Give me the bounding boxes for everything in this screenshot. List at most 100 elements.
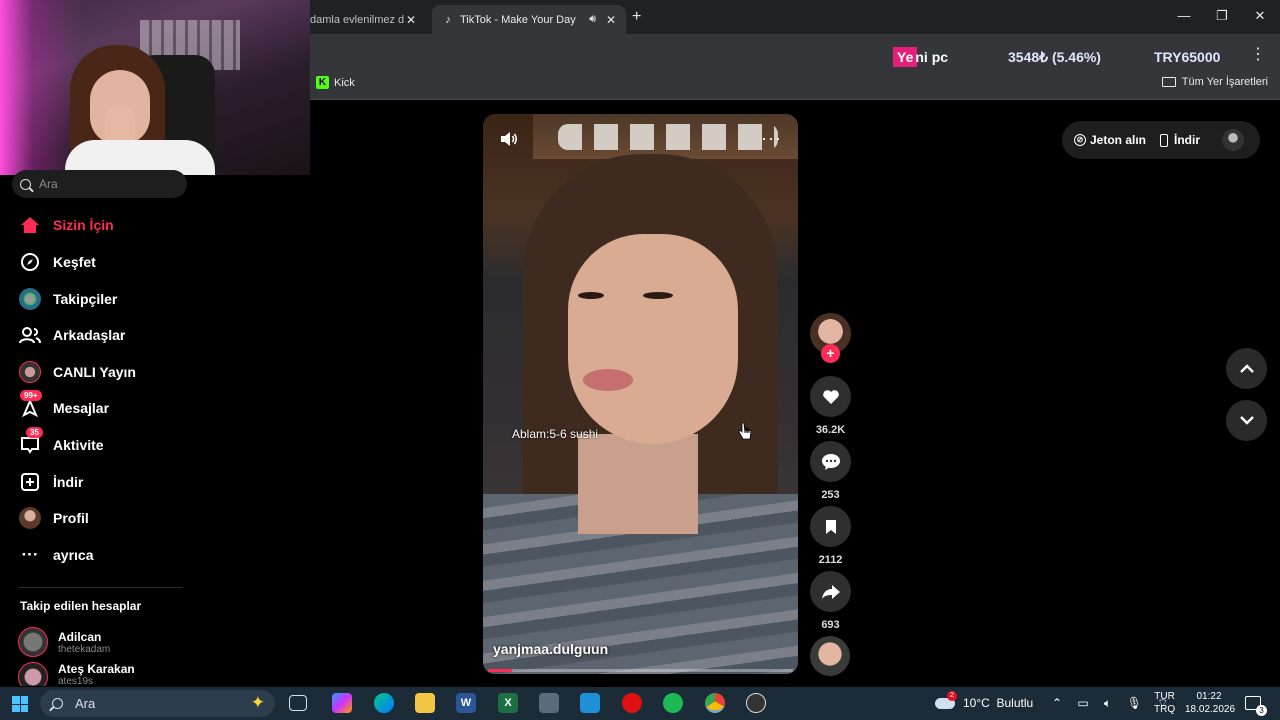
rgb-light — [0, 0, 80, 175]
video-subject-neck — [578, 434, 698, 534]
clock-date: 18.02.2026 — [1185, 704, 1236, 715]
next-video-button[interactable] — [1226, 400, 1267, 441]
file-explorer-icon[interactable] — [415, 693, 435, 713]
opera-icon[interactable] — [622, 693, 642, 713]
comment-icon — [810, 441, 851, 482]
bookmark-kick[interactable]: K Kick — [316, 76, 355, 89]
like-count: 36.2K — [815, 424, 846, 436]
bookmark-icon — [810, 506, 851, 547]
browser-tab-active[interactable]: ♪ TikTok - Make Your Day 🔊︎ ✕ — [432, 5, 626, 34]
bookmark-label: Kick — [334, 76, 355, 89]
nav-more[interactable]: ··· ayrıca — [18, 541, 218, 569]
copilot-sparkle-icon: ✦ — [250, 693, 265, 712]
coin-icon: ⊘ — [1074, 134, 1086, 146]
nav-profile[interactable]: Profil — [18, 504, 218, 532]
nav-label: ayrıca — [53, 547, 94, 563]
nav-label: Arkadaşlar — [53, 327, 126, 343]
store-icon[interactable] — [580, 693, 600, 713]
comment-button[interactable]: 253 — [810, 441, 851, 501]
language-indicator[interactable]: TUR TRQ — [1154, 690, 1175, 716]
profile-avatar-button[interactable] — [1222, 129, 1244, 151]
all-bookmarks-button[interactable]: Tüm Yer İşaretleri — [1161, 76, 1268, 88]
spotify-icon[interactable] — [663, 693, 683, 713]
save-button[interactable]: 2112 — [810, 506, 851, 566]
edge-icon[interactable] — [374, 693, 394, 713]
taskbar-search-placeholder: Ara — [75, 696, 96, 711]
get-coins-button[interactable]: ⊘ Jeton alın — [1074, 133, 1146, 147]
goal-target: TRY65000 — [1154, 49, 1221, 65]
close-window-button[interactable]: ✕ — [1250, 8, 1270, 24]
share-arrow-icon — [810, 571, 851, 612]
maximize-button[interactable]: ❐ — [1212, 8, 1232, 24]
activity-badge: 35 — [26, 427, 43, 438]
video-progress-fill — [488, 669, 513, 672]
taskbar-clock[interactable]: 01:22 18.02.2026 — [1185, 690, 1236, 716]
nav-for-you[interactable]: Sizin İçin — [18, 211, 218, 239]
follow-plus-button[interactable]: + — [821, 344, 840, 363]
nav-activity[interactable]: 35 Aktivite — [18, 427, 218, 459]
comment-count: 253 — [821, 489, 840, 501]
notification-count: 3 — [1256, 705, 1267, 716]
video-more-icon[interactable]: ··· — [761, 128, 782, 149]
video-subject-eye — [643, 292, 673, 299]
video-author[interactable]: yanjmaa.dulguun — [493, 641, 608, 657]
music-disc[interactable] — [810, 636, 850, 676]
all-bookmarks-label: Tüm Yer İşaretleri — [1181, 76, 1268, 88]
following-account[interactable]: Ateş Karakan ates19s — [18, 662, 135, 686]
nav-messages[interactable]: 99+ Mesajlar — [18, 390, 218, 422]
task-view-icon[interactable] — [289, 695, 307, 711]
notification-center-icon[interactable]: 3 — [1245, 696, 1267, 716]
like-button[interactable]: 36.2K — [810, 376, 851, 436]
close-tab-icon[interactable]: ✕ — [606, 13, 616, 27]
video-subject-face — [568, 234, 738, 444]
home-icon — [18, 213, 42, 237]
download-app-button[interactable]: İndir — [1160, 133, 1200, 147]
close-tab-icon[interactable]: ✕ — [406, 13, 416, 27]
tiktok-favicon-icon: ♪ — [445, 13, 451, 26]
compass-icon — [18, 250, 42, 274]
previous-video-button[interactable] — [1226, 348, 1267, 389]
phone-icon — [1160, 133, 1168, 147]
live-avatar — [18, 360, 42, 384]
lang-top: TUR — [1154, 691, 1175, 702]
account-name: Adilcan — [58, 629, 102, 644]
video-progress-bar[interactable] — [488, 669, 793, 672]
new-tab-button[interactable]: + — [632, 8, 641, 26]
cloud-icon: 2 — [935, 690, 957, 709]
profile-avatar — [18, 506, 42, 530]
nav-download[interactable]: İndir — [18, 468, 218, 496]
account-avatar — [18, 627, 48, 657]
followers-avatar — [18, 287, 42, 311]
volume-icon[interactable] — [499, 130, 519, 153]
browser-menu-icon[interactable]: ⋮ — [1250, 44, 1266, 64]
following-account[interactable]: Adilcan thetekadam — [18, 625, 110, 659]
nav-live[interactable]: CANLI Yayın — [18, 358, 218, 386]
word-icon[interactable]: W — [456, 693, 476, 713]
goal-progress-value: 3548₺ (5.46%) — [1008, 48, 1101, 65]
download-label: İndir — [1174, 133, 1200, 147]
weather-badge: 2 — [947, 690, 957, 701]
windows-start-icon[interactable] — [12, 696, 28, 712]
excel-icon[interactable]: X — [498, 693, 518, 713]
weather-widget[interactable]: 2 10°C Bulutlu — [935, 690, 1033, 710]
calculator-icon[interactable] — [539, 693, 559, 713]
video-player[interactable]: ··· Ablam:5-6 sushi yanjmaa.dulguun — [483, 114, 798, 674]
nav-followers[interactable]: Takipçiler — [18, 285, 218, 313]
obs-icon[interactable] — [746, 693, 766, 713]
account-handle: ates19s — [58, 676, 94, 686]
minimize-button[interactable]: — — [1174, 8, 1194, 23]
nav-label: Takipçiler — [53, 291, 118, 307]
video-subject-eye — [578, 292, 604, 299]
activity-icon: 35 — [18, 427, 43, 457]
nav-explore[interactable]: Keşfet — [18, 248, 218, 276]
nav-friends[interactable]: Arkadaşlar — [18, 321, 218, 349]
browser-tab[interactable]: damla evlenilmez d ✕ — [300, 5, 426, 34]
search-input[interactable]: Ara — [12, 170, 187, 198]
chrome-icon[interactable] — [705, 693, 725, 713]
audio-playing-icon[interactable]: 🔊︎ — [589, 13, 596, 26]
taskbar-search-input[interactable]: Ara ✦ — [40, 690, 275, 717]
copilot-icon[interactable] — [332, 693, 352, 713]
share-button[interactable]: 693 — [810, 571, 851, 631]
more-dots-icon: ··· — [21, 545, 39, 564]
save-count: 2112 — [818, 554, 843, 566]
